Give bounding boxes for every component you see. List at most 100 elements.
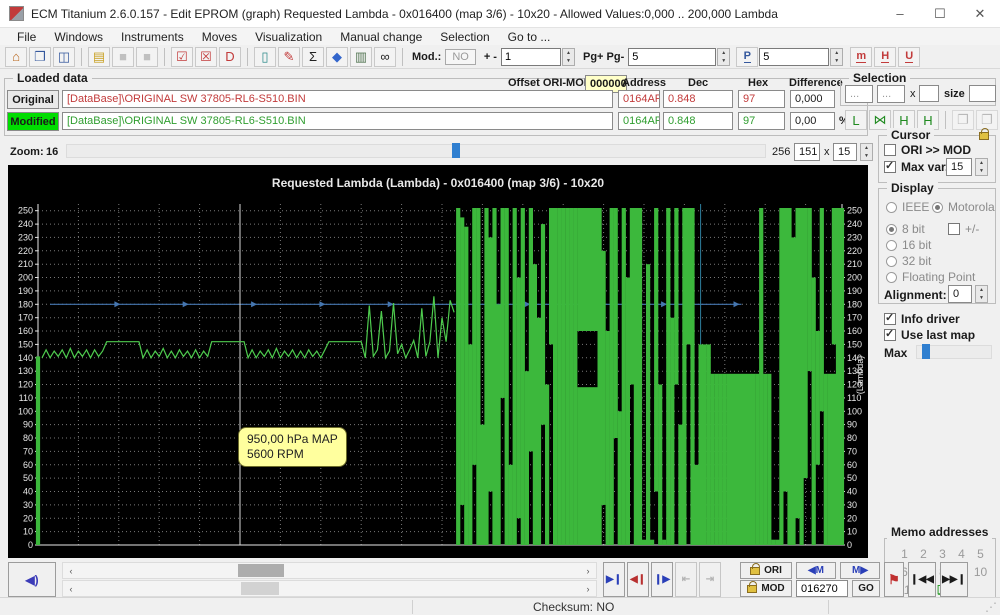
zoom-slider[interactable] — [66, 144, 766, 158]
ori-mod-checkbox[interactable]: ORI >> MOD — [884, 143, 971, 157]
original-row-button[interactable]: Original — [7, 90, 59, 109]
alignment-value-field[interactable]: 0 — [948, 285, 972, 303]
bit16-radio-circle[interactable] — [886, 240, 897, 251]
next-map-button[interactable]: M▶ — [840, 562, 880, 579]
floating-point-radio[interactable]: Floating Point — [886, 270, 975, 284]
scroll-right-arrow-top[interactable]: › — [580, 563, 596, 578]
edit-map-icon[interactable]: ✎ — [278, 47, 300, 67]
mod-lock-button[interactable]: MOD — [740, 580, 792, 597]
select-cross-icon[interactable]: ⋈ — [869, 110, 891, 130]
ieee-radio-circle[interactable] — [886, 202, 897, 213]
report-icon[interactable]: ▥ — [350, 47, 372, 67]
selection-size-field[interactable] — [969, 85, 996, 102]
sigma-icon[interactable]: Σ — [302, 47, 324, 67]
step-back-pair-icon[interactable]: ◀❙ — [627, 562, 649, 597]
bit8-radio[interactable]: 8 bit — [886, 222, 925, 236]
selection-count-field[interactable] — [919, 85, 939, 102]
pg-spinner[interactable]: ▲▼ — [717, 48, 730, 66]
motorola-radio[interactable]: Motorola — [932, 200, 995, 214]
find-binoculars-icon[interactable]: ∞ — [374, 47, 396, 67]
menu-item-visualization[interactable]: Visualization — [246, 30, 331, 44]
save-as-disabled-icon[interactable]: ■ — [136, 47, 158, 67]
menu-item-file[interactable]: File — [8, 30, 45, 44]
step-next-pair-icon[interactable]: ❙▶ — [651, 562, 673, 597]
save-disabled-icon[interactable]: ■ — [112, 47, 134, 67]
use-last-map-checkbox[interactable]: Use last map — [884, 328, 975, 342]
map-3d-icon[interactable]: ◆ — [326, 47, 348, 67]
max-table-icon[interactable]: U — [898, 47, 920, 67]
bit8-radio-circle[interactable] — [886, 224, 897, 235]
max-slider-thumb[interactable] — [922, 344, 930, 359]
memo-address-slot-5[interactable]: 5 — [971, 547, 990, 565]
min-table-icon[interactable]: m — [850, 47, 872, 67]
max-var-spinner[interactable]: ▲▼ — [975, 158, 988, 176]
bit16-radio[interactable]: 16 bit — [886, 238, 931, 252]
zoom-height-field[interactable]: 15 — [833, 143, 857, 161]
bit32-radio[interactable]: 32 bit — [886, 254, 931, 268]
scroll-left-arrow-top[interactable]: ‹ — [63, 563, 79, 578]
menu-item-manual-change[interactable]: Manual change — [331, 30, 431, 44]
home-icon[interactable]: ⌂ — [5, 47, 27, 67]
horizontal-scrollbar-top[interactable]: ‹ › — [62, 562, 597, 579]
memo-address-slot-10[interactable]: 10 — [971, 565, 990, 583]
zoom-size-spinner[interactable]: ▲▼ — [860, 143, 873, 161]
menu-item-selection[interactable]: Selection — [431, 30, 498, 44]
scrollbar-thumb-top[interactable] — [238, 564, 284, 577]
step-spinner[interactable]: ▲▼ — [562, 48, 575, 66]
table-d-icon[interactable]: D — [219, 47, 241, 67]
ori-mod-checkbox-box[interactable] — [884, 144, 896, 156]
first-map-button[interactable]: ❙◀◀ — [908, 562, 936, 597]
select-row-icon[interactable]: H — [893, 110, 915, 130]
menu-item-moves[interactable]: Moves — [193, 30, 246, 44]
open-folder-icon[interactable]: ▤ — [88, 47, 110, 67]
speaker-button[interactable]: ◀) — [8, 562, 56, 597]
menu-item-go-to[interactable]: Go to ... — [499, 30, 560, 44]
goto-address-input[interactable] — [796, 580, 848, 597]
cascade-windows-icon[interactable]: ❐ — [29, 47, 51, 67]
split-window-icon[interactable]: ◫ — [53, 47, 75, 67]
ieee-radio[interactable]: IEEE — [886, 200, 929, 214]
p-spinner[interactable]: ▲▼ — [830, 48, 843, 66]
horizontal-scrollbar-bottom[interactable]: ‹ › — [62, 580, 597, 597]
p-value-input[interactable] — [759, 48, 829, 66]
info-driver-checkbox-box[interactable] — [884, 313, 896, 325]
zoom-slider-thumb[interactable] — [452, 143, 460, 158]
resize-grip[interactable]: ⋰ — [985, 600, 997, 614]
alignment-spinner[interactable]: ▲▼ — [975, 285, 988, 303]
plus-minus-checkbox-box[interactable] — [948, 223, 960, 235]
ori-lock-button[interactable]: ORI — [740, 562, 792, 579]
minimize-button[interactable]: – — [880, 0, 920, 28]
table-check-icon[interactable]: ☑ — [171, 47, 193, 67]
step-forward-icon[interactable]: ▶❙ — [603, 562, 625, 597]
scroll-right-arrow-bottom[interactable]: › — [580, 581, 596, 596]
step-input[interactable] — [501, 48, 561, 66]
graph-canvas[interactable]: 0010102020303040405050606070708080909010… — [8, 165, 868, 558]
motorola-radio-circle[interactable] — [932, 202, 943, 213]
max-var-checkbox[interactable]: Max var. — [884, 160, 948, 174]
modified-row-button[interactable]: Modified — [7, 112, 59, 131]
exit-door-icon[interactable]: ▯ — [254, 47, 276, 67]
scroll-left-arrow-bottom[interactable]: ‹ — [63, 581, 79, 596]
close-button[interactable]: ✕ — [960, 0, 1000, 28]
menu-item-instruments[interactable]: Instruments — [112, 30, 193, 44]
bit32-radio-circle[interactable] — [886, 256, 897, 267]
plus-minus-checkbox[interactable]: +/- — [948, 222, 979, 236]
page-table-icon[interactable]: P — [736, 47, 758, 67]
scrollbar-thumb-bottom[interactable] — [241, 582, 279, 595]
flag-button[interactable]: ⚑ — [884, 562, 904, 597]
use-last-map-checkbox-box[interactable] — [884, 329, 896, 341]
max-var-value-field[interactable]: 15 — [946, 158, 972, 176]
floating-point-radio-circle[interactable] — [886, 272, 897, 283]
table-cancel-icon[interactable]: ☒ — [195, 47, 217, 67]
zoom-width-field[interactable]: 151 — [794, 143, 820, 161]
info-driver-checkbox[interactable]: Info driver — [884, 312, 960, 326]
max-var-checkbox-box[interactable] — [884, 161, 896, 173]
selection-field-2[interactable]: ... — [877, 85, 905, 103]
select-column-icon[interactable]: L — [845, 110, 867, 130]
last-map-button[interactable]: ▶▶❙ — [940, 562, 968, 597]
half-table-icon[interactable]: H — [874, 47, 896, 67]
selection-field-1[interactable]: ... — [845, 85, 873, 103]
select-all-icon[interactable]: H — [917, 110, 939, 130]
menu-item-windows[interactable]: Windows — [45, 30, 112, 44]
pg-input[interactable] — [628, 48, 716, 66]
